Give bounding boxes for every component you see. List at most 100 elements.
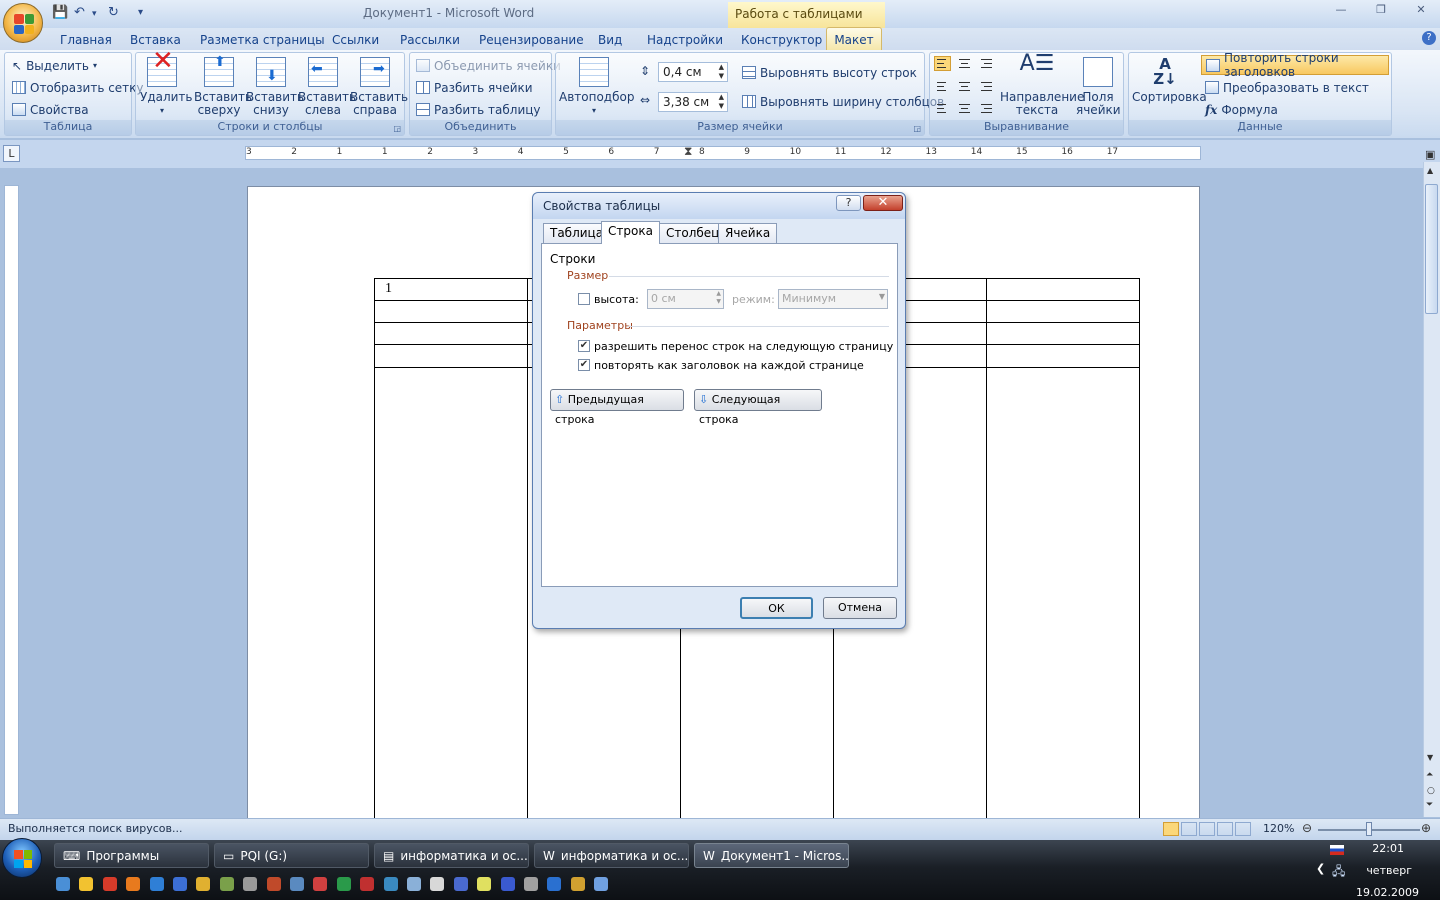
quick-launch-icon[interactable] [313, 877, 328, 891]
merge-cells-button[interactable]: Объединить ячейки [416, 56, 561, 75]
close-window-icon[interactable]: ✕ [1406, 3, 1436, 19]
scroll-down-icon[interactable]: ▼ [1427, 753, 1433, 762]
quick-launch-icon[interactable] [570, 877, 585, 891]
spinner-icon[interactable]: ▲ ▼ [719, 93, 724, 111]
tab-home[interactable]: Главная [60, 31, 112, 50]
tab-design[interactable]: Конструктор [741, 31, 822, 50]
tab-layout[interactable]: Макет [826, 27, 882, 51]
dialog-tab-column[interactable]: Столбец [659, 223, 727, 243]
quick-launch-icon[interactable] [500, 877, 515, 891]
insert-right-button[interactable]: ➡ Вставить справа [350, 57, 408, 117]
tab-view[interactable]: Вид [598, 31, 622, 50]
align-top-left-icon[interactable] [934, 56, 951, 71]
quick-launch-icon[interactable] [196, 877, 211, 891]
insert-below-button[interactable]: ⬇ Вставить снизу [246, 57, 304, 117]
column-width-input[interactable]: 3,38 см ▲ ▼ [658, 92, 728, 112]
quick-launch-icon[interactable] [477, 877, 492, 891]
delete-button[interactable]: ✕ Удалить ▾ [140, 48, 193, 117]
tab-selector-icon[interactable]: L [3, 145, 20, 162]
show-gridlines-button[interactable]: Отобразить сетку [12, 78, 144, 97]
restore-icon[interactable]: ❐ [1366, 3, 1396, 19]
insert-left-button[interactable]: ⬅ Вставить слева [298, 57, 356, 117]
convert-to-text-button[interactable]: Преобразовать в текст [1205, 78, 1369, 97]
dialog-launcher-icon[interactable]: ◲ [393, 124, 401, 133]
quick-launch-icon[interactable] [102, 877, 117, 891]
browse-object-icon[interactable]: ○ [1427, 786, 1435, 796]
quick-launch-icon[interactable] [360, 877, 375, 891]
dialog-tab-cell[interactable]: Ячейка [718, 223, 778, 243]
prev-page-icon[interactable]: ⏶ [1426, 770, 1433, 780]
cell-margins-button[interactable]: Поля ячейки [1076, 57, 1121, 117]
repeat-header-rows-button[interactable]: Повторить строки заголовков [1201, 51, 1389, 79]
quick-launch-icon[interactable] [266, 877, 281, 891]
table-cell-text[interactable]: 1 [385, 281, 392, 297]
tab-mailings[interactable]: Рассылки [400, 31, 460, 50]
quick-launch-icon[interactable] [453, 877, 468, 891]
web-layout-icon[interactable] [1199, 822, 1215, 836]
redo-icon[interactable]: ↻ [108, 5, 119, 23]
save-icon[interactable]: 💾 [52, 5, 68, 23]
tray-expand-icon[interactable]: ❮ [1316, 862, 1325, 875]
undo-dropdown-icon[interactable]: ▾ [92, 9, 97, 27]
quick-launch-icon[interactable] [243, 877, 258, 891]
zoom-slider-thumb[interactable] [1366, 822, 1372, 836]
office-button[interactable] [3, 3, 43, 43]
next-row-button[interactable]: ⇩ Следующая строка [694, 389, 822, 426]
insert-above-button[interactable]: ⬆ Вставить сверху [194, 55, 252, 117]
quick-launch-icon[interactable] [290, 877, 304, 891]
sort-button[interactable]: A Z↓ Сортировка [1132, 57, 1207, 104]
autofit-button[interactable]: Автоподбор ▾ [559, 57, 634, 117]
cancel-button[interactable]: Отмена [823, 597, 897, 619]
mode-select[interactable]: Минимум ▼ [778, 289, 888, 309]
ok-button[interactable]: ОК [740, 597, 813, 619]
distribute-rows-button[interactable]: Выровнять высоту строк [742, 63, 917, 82]
network-icon[interactable]: 🖧 [1332, 862, 1345, 883]
dialog-tab-row[interactable]: Строка [601, 221, 660, 244]
dialog-close-icon[interactable]: ✕ [863, 195, 903, 211]
align-bottom-left-icon[interactable] [934, 101, 951, 116]
next-page-icon[interactable]: ⏷ [1426, 800, 1433, 810]
clock-time[interactable]: 22:01 [1360, 842, 1404, 855]
tab-review[interactable]: Рецензирование [479, 31, 584, 50]
quick-launch-icon[interactable] [56, 877, 70, 891]
horizontal-ruler[interactable]: 3 2 1 1 2 3 4 5 6 7 8 9 10 11 12 13 14 15 16 17 [245, 146, 1201, 160]
tab-addins[interactable]: Надстройки [647, 31, 723, 50]
outline-icon[interactable] [1217, 822, 1233, 836]
print-layout-icon[interactable] [1163, 822, 1179, 836]
quick-launch-icon[interactable] [219, 877, 234, 891]
quick-launch-icon[interactable] [173, 877, 187, 891]
previous-row-button[interactable]: ⇧ Предыдущая строка [550, 389, 684, 426]
align-bottom-right-icon[interactable] [978, 101, 995, 116]
scroll-up-icon[interactable]: ▲ [1427, 166, 1433, 175]
height-checkbox[interactable] [578, 293, 590, 305]
taskbar-item-winrar[interactable]: ▤ информатика и ос... [374, 843, 529, 868]
dialog-launcher-icon[interactable]: ◲ [913, 124, 921, 133]
zoom-level[interactable]: 120% [1263, 822, 1294, 835]
quick-launch-icon[interactable] [524, 877, 538, 891]
taskbar-item-drive[interactable]: ▭ PQI (G:) [214, 843, 369, 868]
align-top-center-icon[interactable] [956, 56, 973, 71]
undo-icon[interactable]: ↶ [74, 5, 85, 23]
draft-icon[interactable] [1235, 822, 1251, 836]
start-button[interactable] [2, 838, 42, 878]
height-input[interactable]: 0 см ▲ ▼ [647, 289, 724, 309]
align-middle-right-icon[interactable] [978, 79, 995, 94]
help-icon[interactable]: ? [1422, 31, 1436, 45]
taskbar-item-document1[interactable]: W Документ1 - Micros... [694, 843, 849, 868]
quick-launch-icon[interactable] [149, 877, 164, 891]
quick-launch-icon[interactable] [594, 877, 609, 891]
taskbar-item-word-doc[interactable]: Wинформатика и ос... [534, 843, 689, 868]
spinner-icon[interactable]: ▲ ▼ [716, 290, 721, 306]
quick-launch-icon[interactable] [430, 877, 445, 891]
spinner-icon[interactable]: ▲ ▼ [719, 63, 724, 81]
row-height-input[interactable]: 0,4 см ▲ ▼ [658, 62, 728, 82]
repeat-header-checkbox[interactable]: ✔ [578, 359, 590, 371]
vertical-ruler[interactable] [4, 185, 19, 815]
customize-qat-icon[interactable]: ▾ [138, 7, 143, 25]
zoom-in-icon[interactable]: ⊕ [1421, 821, 1431, 835]
quick-launch-icon[interactable] [383, 877, 398, 891]
ruler-toggle-icon[interactable]: ▣ [1425, 148, 1435, 161]
language-flag-icon[interactable] [1330, 845, 1344, 855]
quick-launch-icon[interactable] [79, 877, 94, 891]
quick-launch-icon[interactable] [336, 877, 351, 891]
